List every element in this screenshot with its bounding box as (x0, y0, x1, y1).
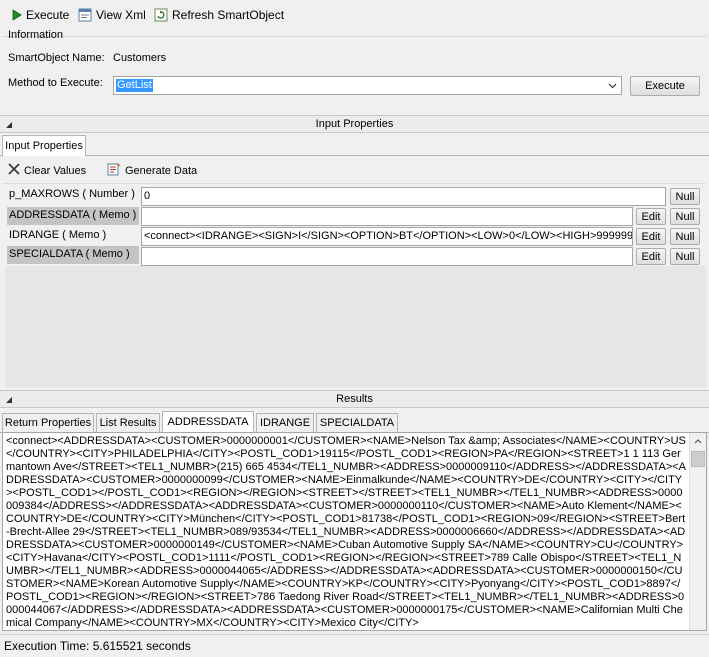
view-xml-label: View Xml (96, 8, 146, 22)
method-select[interactable]: GetList (113, 76, 622, 95)
prop-label-addressdata: ADDRESSDATA ( Memo ) (7, 207, 139, 225)
generate-data-icon (107, 162, 121, 179)
generate-data-button[interactable]: Generate Data (107, 162, 197, 179)
results-xml-text[interactable]: <connect><ADDRESSDATA><CUSTOMER>00000000… (6, 435, 686, 630)
tab-list-results[interactable]: List Results (96, 413, 160, 433)
refresh-smartobject-label: Refresh SmartObject (172, 8, 285, 22)
clear-values-label: Clear Values (24, 164, 87, 177)
scroll-thumb[interactable] (691, 451, 705, 467)
execution-time-status: Execution Time: 5.615521 seconds (0, 634, 709, 656)
results-scrollbar[interactable] (689, 433, 706, 630)
addressdata-edit-button[interactable]: Edit (636, 208, 666, 225)
toolbar-execute-label: Execute (26, 8, 70, 22)
idrange-null-button[interactable]: Null (670, 228, 700, 245)
tab-idrange[interactable]: IDRANGE (256, 413, 314, 433)
results-textarea[interactable]: <connect><ADDRESSDATA><CUSTOMER>00000000… (2, 432, 707, 631)
input-toolbar-divider (3, 183, 706, 184)
results-title: Results (336, 393, 373, 405)
specialdata-edit-button[interactable]: Edit (636, 248, 666, 265)
clear-values-button[interactable]: Clear Values (8, 162, 86, 179)
input-properties-header[interactable]: Input Properties (0, 115, 709, 133)
scroll-up-arrow-icon[interactable] (690, 433, 706, 450)
input-grid-empty-area (5, 266, 706, 388)
information-group-title: Information (8, 29, 64, 41)
prop-label-idrange: IDRANGE ( Memo ) (9, 229, 107, 241)
toolbar-execute-button[interactable]: Execute (12, 6, 69, 24)
p-maxrows-input[interactable]: 0 (141, 187, 666, 206)
prop-label-specialdata: SPECIALDATA ( Memo ) (7, 246, 139, 264)
generate-data-label: Generate Data (125, 164, 198, 177)
view-xml-button[interactable]: View Xml (78, 6, 146, 24)
refresh-smartobject-button[interactable]: Refresh SmartObject (154, 6, 284, 24)
addressdata-input[interactable] (141, 207, 633, 226)
method-label: Method to Execute: (8, 77, 103, 89)
idrange-input[interactable]: <connect><IDRANGE><SIGN>I</SIGN><OPTION>… (141, 227, 633, 246)
p-maxrows-null-button[interactable]: Null (670, 188, 700, 205)
tab-specialdata[interactable]: SPECIALDATA (316, 413, 398, 433)
specialdata-null-button[interactable]: Null (670, 248, 700, 265)
smartobject-name-label: SmartObject Name: (8, 52, 105, 64)
idrange-edit-button[interactable]: Edit (636, 228, 666, 245)
xml-document-icon (78, 8, 92, 22)
smartobject-name-value: Customers (113, 52, 167, 64)
method-selected-value: GetList (116, 79, 153, 92)
clear-x-icon (8, 163, 20, 178)
method-execute-button[interactable]: Execute (630, 76, 700, 96)
addressdata-null-button[interactable]: Null (670, 208, 700, 225)
prop-label-p-maxrows: p_MAXROWS ( Number ) (9, 188, 135, 200)
information-group (2, 36, 707, 112)
tab-addressdata[interactable]: ADDRESSDATA (162, 411, 254, 433)
tab-input-properties[interactable]: Input Properties (2, 135, 86, 157)
play-icon (12, 9, 22, 21)
specialdata-input[interactable] (141, 247, 633, 266)
refresh-icon (154, 8, 168, 22)
chevron-down-icon[interactable] (604, 77, 621, 94)
tab-return-properties[interactable]: Return Properties (2, 413, 94, 433)
input-properties-title: Input Properties (315, 118, 394, 130)
results-header[interactable]: Results (0, 390, 709, 408)
